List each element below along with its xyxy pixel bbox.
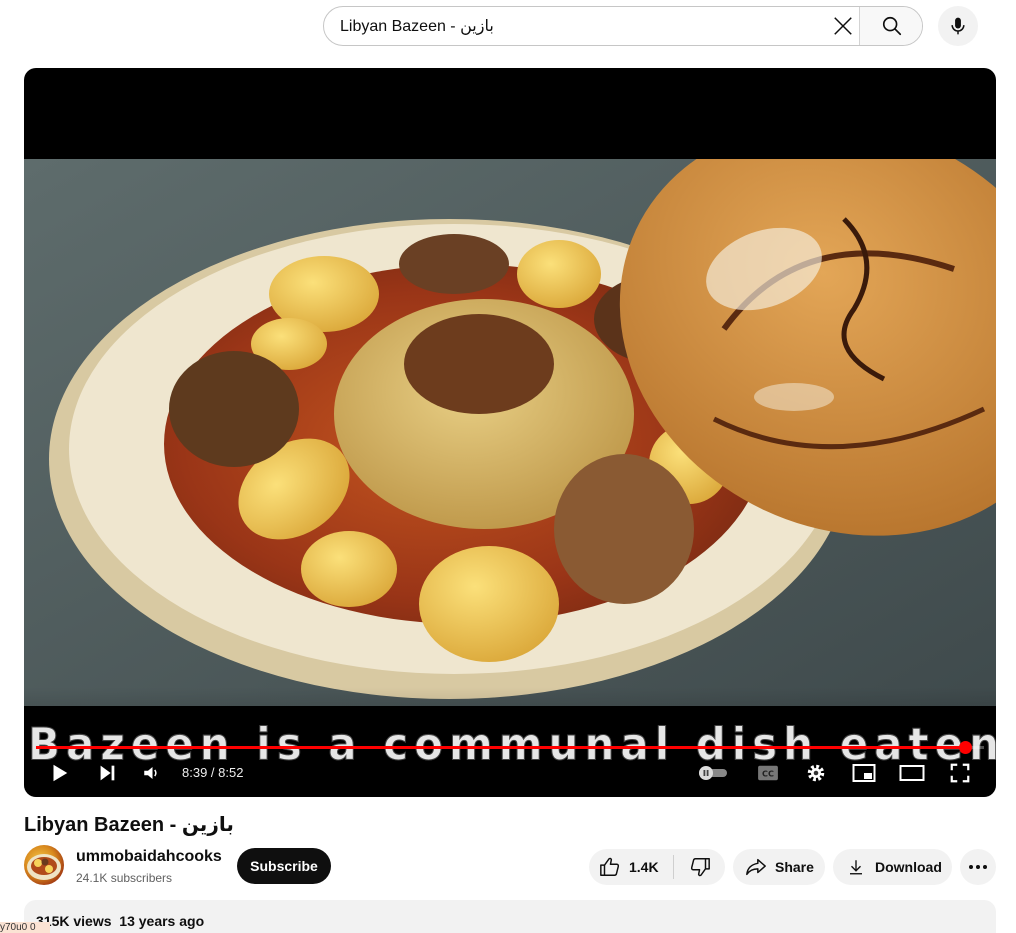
theater-mode-button[interactable] (898, 760, 926, 786)
upload-age: 13 years ago (119, 913, 205, 929)
channel-avatar[interactable] (24, 845, 64, 885)
settings-button[interactable] (802, 760, 830, 786)
video-title: Libyan Bazeen - بازين (24, 814, 234, 836)
thumbs-down-icon (690, 858, 710, 877)
next-button[interactable] (92, 760, 122, 786)
dislike-button[interactable] (674, 849, 725, 885)
more-actions-button[interactable] (960, 849, 996, 885)
play-icon (53, 764, 68, 782)
next-icon (100, 765, 115, 781)
subscribe-button[interactable]: Subscribe (237, 848, 331, 884)
share-icon (746, 858, 766, 876)
avatar-image (27, 854, 61, 880)
search-button[interactable] (859, 7, 922, 45)
channel-name[interactable]: ummobaidahcooks (76, 848, 222, 866)
video-frame (24, 159, 996, 706)
clear-search-button[interactable] (822, 10, 864, 42)
subscriber-count: 24.1K subscribers (76, 871, 173, 885)
like-dislike-group: 1.4K (589, 849, 725, 885)
like-button[interactable]: 1.4K (589, 849, 673, 885)
close-icon (834, 17, 852, 35)
progress-fill (36, 746, 965, 749)
subtitles-button[interactable]: CC (754, 760, 782, 786)
overlay-tag: y70u0 0 (0, 922, 50, 933)
fullscreen-button[interactable] (946, 760, 974, 786)
time-display: 8:39 / 8:52 (182, 765, 244, 780)
miniplayer-icon (852, 764, 876, 782)
scrubber-handle[interactable] (959, 741, 972, 754)
theater-mode-icon (899, 765, 925, 781)
search-input[interactable] (324, 7, 824, 45)
view-stats: 315K views 13 years ago (36, 913, 204, 929)
like-count: 1.4K (629, 859, 659, 875)
microphone-icon (951, 17, 965, 35)
description-box[interactable]: 315K views 13 years ago (24, 900, 996, 933)
share-label: Share (775, 859, 814, 875)
thumbs-up-icon (600, 857, 620, 876)
autoplay-toggle[interactable] (696, 763, 730, 783)
share-button[interactable]: Share (733, 849, 825, 885)
settings-icon (807, 764, 825, 782)
voice-search-button[interactable] (938, 6, 978, 46)
svg-text:CC: CC (762, 769, 774, 779)
volume-icon (144, 767, 157, 779)
search-icon (882, 16, 901, 36)
fullscreen-icon (950, 763, 970, 783)
progress-bar[interactable] (36, 741, 984, 754)
video-caption: Bazeen is a communal dish eaten with the… (28, 718, 997, 771)
download-icon (850, 860, 862, 875)
download-button[interactable]: Download (833, 849, 952, 885)
more-horizontal-icon (969, 865, 987, 869)
miniplayer-button[interactable] (850, 760, 878, 786)
download-label: Download (875, 859, 942, 875)
autoplay-toggle-icon (699, 766, 727, 780)
video-player[interactable]: Bazeen is a communal dish eaten with the… (24, 68, 996, 797)
play-button[interactable] (44, 760, 74, 786)
subtitles-icon: CC (758, 765, 778, 781)
volume-button[interactable] (138, 760, 164, 786)
